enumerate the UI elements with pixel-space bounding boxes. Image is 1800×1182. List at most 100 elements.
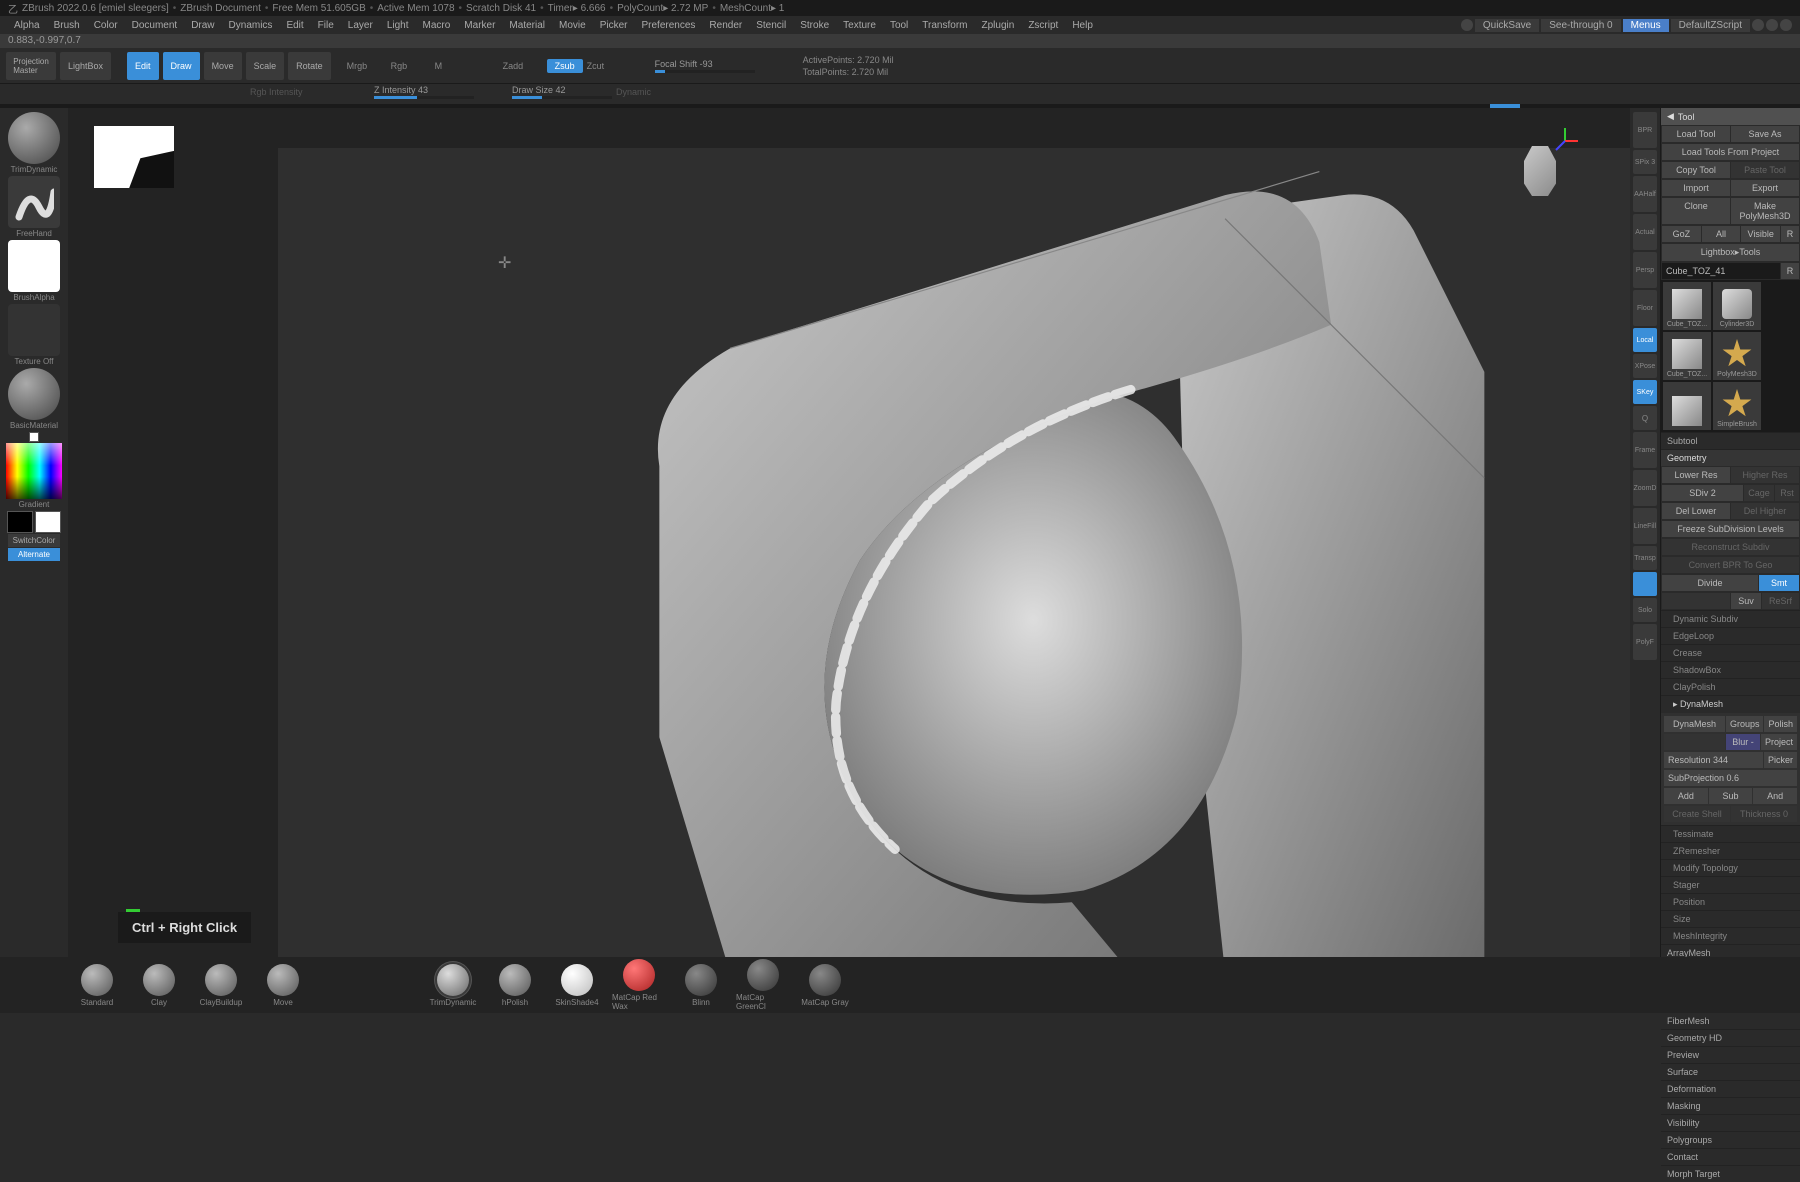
menu-marker[interactable]: Marker [458, 19, 501, 32]
dynamesh-button[interactable]: DynaMesh [1664, 716, 1725, 732]
spix-button[interactable]: SPix 3 [1633, 150, 1657, 174]
zoom-button[interactable]: Q [1633, 406, 1657, 430]
and-button[interactable]: And [1753, 788, 1797, 804]
material-hpolish[interactable]: hPolish [488, 964, 542, 1007]
section-size[interactable]: Size [1661, 910, 1800, 927]
load-project-button[interactable]: Load Tools From Project [1662, 144, 1799, 160]
section-contact[interactable]: Contact [1661, 1148, 1800, 1165]
edit-mode-button[interactable]: Edit [127, 52, 159, 80]
color-picker[interactable] [6, 443, 62, 499]
menu-zscript[interactable]: Zscript [1022, 19, 1064, 32]
section-subtool[interactable]: Subtool [1661, 432, 1800, 449]
material-picker[interactable] [8, 368, 60, 420]
section-crease[interactable]: Crease [1661, 644, 1800, 661]
skey-button[interactable]: SKey [1633, 380, 1657, 404]
del-lower-button[interactable]: Del Lower [1662, 503, 1730, 519]
alternate-button[interactable]: Alternate [8, 548, 60, 561]
section-morphtarget[interactable]: Morph Target [1661, 1165, 1800, 1182]
alpha-picker[interactable] [8, 240, 60, 292]
saveas-button[interactable]: Save As [1731, 126, 1799, 142]
menu-transform[interactable]: Transform [916, 19, 973, 32]
polish-button[interactable]: Polish [1764, 716, 1797, 732]
menu-color[interactable]: Color [88, 19, 124, 32]
brush-claybuildup[interactable]: ClayBuildup [194, 964, 248, 1007]
polyf-button[interactable]: PolyF [1633, 624, 1657, 660]
menus-toggle[interactable]: Menus [1623, 19, 1669, 32]
goz-r-button[interactable]: R [1781, 226, 1799, 242]
m-button[interactable]: M [435, 61, 475, 71]
rotate-mode-button[interactable]: Rotate [288, 52, 331, 80]
rgb-intensity-slider[interactable]: Rgb Intensity [250, 87, 370, 97]
export-button[interactable]: Export [1731, 180, 1799, 196]
zadd-button[interactable]: Zadd [503, 61, 543, 71]
section-meshintegrity[interactable]: MeshIntegrity [1661, 927, 1800, 944]
menu-edit[interactable]: Edit [280, 19, 309, 32]
suv-button[interactable]: Suv [1731, 593, 1761, 609]
copy-tool-button[interactable]: Copy Tool [1662, 162, 1730, 178]
brush-picker[interactable] [8, 112, 60, 164]
close-icon[interactable] [1780, 19, 1792, 31]
menu-tool[interactable]: Tool [884, 19, 914, 32]
polyf-button-hl[interactable] [1633, 572, 1657, 596]
draw-mode-button[interactable]: Draw [163, 52, 200, 80]
menu-macro[interactable]: Macro [417, 19, 457, 32]
scale-mode-button[interactable]: Scale [246, 52, 285, 80]
menu-picker[interactable]: Picker [594, 19, 634, 32]
section-dynamic-subdiv[interactable]: Dynamic Subdiv [1661, 610, 1800, 627]
goz-button[interactable]: GoZ [1662, 226, 1701, 242]
smt-button[interactable]: Smt [1759, 575, 1799, 591]
tool-panel-header[interactable]: ◀ Tool [1661, 108, 1800, 125]
resrf-button[interactable]: ReSrf [1762, 593, 1799, 609]
section-geometryhd[interactable]: Geometry HD [1661, 1029, 1800, 1046]
section-position[interactable]: Position [1661, 893, 1800, 910]
gradient-label[interactable]: Gradient [19, 500, 50, 509]
section-polygroups[interactable]: Polygroups [1661, 1131, 1800, 1148]
material-trimdynamic[interactable]: TrimDynamic [426, 964, 480, 1007]
section-visibility[interactable]: Visibility [1661, 1114, 1800, 1131]
mrgb-button[interactable]: Mrgb [347, 61, 387, 71]
menu-document[interactable]: Document [126, 19, 184, 32]
tool-thumb-2[interactable]: Cube_TOZ... [1663, 332, 1711, 380]
rgb-button[interactable]: Rgb [391, 61, 431, 71]
maximize-icon[interactable] [1766, 19, 1778, 31]
bpr-button[interactable]: BPR [1633, 112, 1657, 148]
brush-clay[interactable]: Clay [132, 964, 186, 1007]
divide-button[interactable]: Divide [1662, 575, 1758, 591]
subprojection-slider[interactable]: SubProjection 0.6 [1664, 770, 1797, 786]
thickness-slider[interactable]: Thickness 0 [1731, 806, 1797, 822]
xpose-button[interactable]: XPose [1633, 354, 1657, 378]
swatch-secondary[interactable] [7, 511, 33, 533]
menu-zplugin[interactable]: Zplugin [976, 19, 1021, 32]
section-masking[interactable]: Masking [1661, 1097, 1800, 1114]
frame-button[interactable]: Frame [1633, 432, 1657, 468]
switchcolor-button[interactable]: SwitchColor [8, 534, 60, 547]
panel-close-icon[interactable]: ◀ [1667, 111, 1674, 122]
tool-thumb-0[interactable]: Cube_TOZ... [1663, 282, 1711, 330]
current-tool-name[interactable]: Cube_TOZ_41 [1662, 263, 1780, 279]
import-button[interactable]: Import [1662, 180, 1730, 196]
goz-all-button[interactable]: All [1702, 226, 1741, 242]
material-greencl[interactable]: MatCap GreenCl [736, 959, 790, 1011]
focal-shift-slider[interactable]: Focal Shift -93 [655, 59, 755, 73]
menu-alpha[interactable]: Alpha [8, 19, 46, 32]
transp-button[interactable]: Transp [1633, 546, 1657, 570]
tool-thumb-3[interactable]: PolyMesh3D [1713, 332, 1761, 380]
tool-thumb-1[interactable]: Cylinder3D [1713, 282, 1761, 330]
nav-gizmo[interactable] [1500, 126, 1580, 206]
material-skinshade[interactable]: SkinShade4 [550, 964, 604, 1007]
swatch-primary[interactable] [35, 511, 61, 533]
local-button[interactable]: Local [1633, 328, 1657, 352]
quicksave-button[interactable]: QuickSave [1475, 19, 1539, 32]
section-shadowbox[interactable]: ShadowBox [1661, 661, 1800, 678]
tool-r-button[interactable]: R [1781, 263, 1799, 279]
menu-texture[interactable]: Texture [837, 19, 882, 32]
z-intensity-slider[interactable]: Z Intensity 43 [374, 85, 474, 99]
zoomd-button[interactable]: ZoomD [1633, 470, 1657, 506]
goz-visible-button[interactable]: Visible [1741, 226, 1780, 242]
solo-button[interactable]: Solo [1633, 598, 1657, 622]
lower-res-button[interactable]: Lower Res [1662, 467, 1730, 483]
menu-preferences[interactable]: Preferences [635, 19, 701, 32]
menu-dynamics[interactable]: Dynamics [223, 19, 279, 32]
stroke-picker[interactable] [8, 176, 60, 228]
project-button[interactable]: Project [1761, 734, 1797, 750]
